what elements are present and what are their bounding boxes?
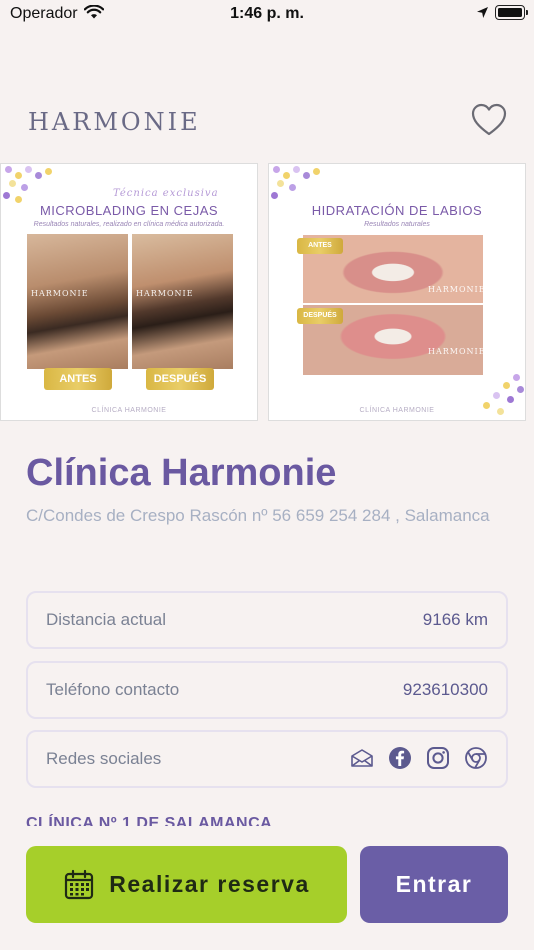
- card-title: HIDRATACIÓN DE LABIOS: [311, 203, 483, 218]
- card-footer: CLÍNICA HARMONIE: [91, 407, 167, 414]
- distance-row: Distancia actual 9166 km: [26, 591, 508, 649]
- clinic-name: Clínica Harmonie: [26, 452, 337, 494]
- clock: 1:46 p. m.: [230, 5, 304, 22]
- card-subtitle: Resultados naturales, realizado en clíni…: [33, 221, 225, 228]
- reserve-button-label: Realizar reserva: [109, 871, 310, 897]
- after-label: DESPUÉS: [297, 308, 343, 324]
- photo-watermark: HARMONIE: [136, 289, 194, 298]
- gallery-card-lip-hydration[interactable]: HIDRATACIÓN DE LABIOS Resultados natural…: [268, 163, 526, 421]
- clinic-detail-screen: Operador 1:46 p. m. HARMONIE Técnica exc…: [0, 0, 534, 950]
- after-photo: HARMONIE: [132, 234, 233, 369]
- phone-row[interactable]: Teléfono contacto 923610300: [26, 661, 508, 719]
- card-script-text: Técnica exclusiva: [113, 188, 219, 199]
- before-label: ANTES: [297, 238, 343, 254]
- enter-button-label: Entrar: [395, 871, 473, 897]
- card-title: MICROBLADING EN CEJAS: [39, 203, 219, 218]
- enter-button[interactable]: Entrar: [360, 846, 508, 923]
- card-footer: CLÍNICA HARMONIE: [359, 407, 435, 414]
- battery-icon: [495, 5, 528, 20]
- status-bar: Operador 1:46 p. m.: [0, 0, 534, 30]
- brand-logo: HARMONIE: [28, 108, 201, 136]
- section-heading: CLÍNICA Nº 1 DE SALAMANCA: [26, 815, 273, 826]
- photo-watermark: HARMONIE: [428, 347, 483, 356]
- after-label: DESPUÉS: [146, 368, 214, 390]
- reserve-button[interactable]: Realizar reserva: [26, 846, 347, 923]
- card-subtitle: Resultados naturales: [364, 221, 430, 228]
- instagram-icon[interactable]: [426, 746, 450, 770]
- before-photo: HARMONIE: [27, 234, 128, 369]
- photo-watermark: HARMONIE: [428, 285, 483, 294]
- gallery-card-microblading[interactable]: Técnica exclusiva MICROBLADING EN CEJAS …: [0, 163, 258, 421]
- web-icon[interactable]: [464, 746, 488, 770]
- distance-label: Distancia actual: [46, 610, 167, 629]
- clinic-address: C/Condes de Crespo Rascón nº 56 659 254 …: [26, 506, 490, 525]
- favorite-heart-icon[interactable]: [470, 102, 508, 138]
- photo-watermark: HARMONIE: [31, 289, 89, 298]
- phone-value[interactable]: 923610300: [403, 680, 488, 700]
- phone-label: Teléfono contacto: [46, 680, 180, 699]
- social-label: Redes sociales: [46, 749, 162, 768]
- before-label: ANTES: [44, 368, 112, 390]
- location-arrow-icon: [477, 7, 488, 18]
- calendar-icon: [65, 869, 94, 899]
- distance-value: 9166 km: [422, 610, 488, 629]
- facebook-icon[interactable]: [388, 746, 412, 770]
- social-icons: [350, 746, 488, 770]
- email-icon[interactable]: [350, 746, 374, 770]
- social-row: Redes sociales: [26, 730, 508, 788]
- image-gallery[interactable]: Técnica exclusiva MICROBLADING EN CEJAS …: [0, 163, 534, 421]
